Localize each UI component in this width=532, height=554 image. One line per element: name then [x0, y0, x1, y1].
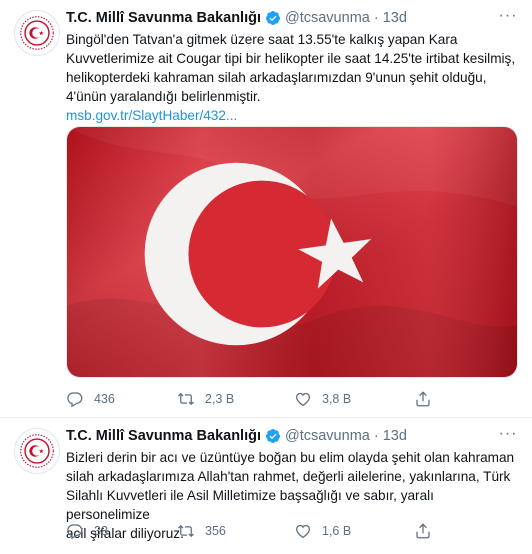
tweet-actions: 33 356 1,6 B — [66, 521, 518, 541]
tweet-actions: 436 2,3 B 3,8 B — [66, 389, 518, 409]
reply-count: 436 — [94, 392, 115, 406]
avatar[interactable] — [14, 10, 60, 56]
like-count: 1,6 B — [322, 524, 352, 538]
verified-badge-icon — [265, 428, 281, 444]
retweet-count: 356 — [205, 524, 226, 538]
reply-button[interactable]: 436 — [66, 390, 115, 408]
like-button[interactable]: 3,8 B — [294, 390, 351, 408]
tweet[interactable]: T.C. Millî Savunma Bakanlığı @tcsavunma … — [0, 418, 532, 554]
separator-dot: · — [373, 428, 379, 444]
author-handle[interactable]: @tcsavunma — [285, 9, 370, 27]
more-options-icon[interactable]: ··· — [498, 8, 518, 27]
reply-icon — [67, 524, 83, 540]
tweet-header: T.C. Millî Savunma Bakanlığı @tcsavunma … — [66, 426, 518, 445]
tweet-link[interactable]: msb.gov.tr/SlaytHaber/432... — [66, 106, 518, 125]
heart-icon — [295, 392, 311, 407]
share-button[interactable] — [414, 390, 442, 408]
share-icon — [416, 523, 430, 539]
retweet-button[interactable]: 2,3 B — [177, 390, 234, 408]
retweet-count: 2,3 B — [205, 392, 235, 406]
reply-button[interactable]: 33 — [66, 522, 108, 540]
verified-badge-icon — [265, 10, 281, 26]
tweet-image[interactable] — [66, 126, 518, 378]
reply-icon — [67, 392, 83, 408]
tweet[interactable]: T.C. Millî Savunma Bakanlığı @tcsavunma … — [0, 0, 532, 418]
heart-icon — [295, 524, 311, 539]
retweet-icon — [178, 524, 194, 538]
like-count: 3,8 B — [322, 392, 352, 406]
avatar[interactable] — [14, 428, 60, 474]
author-handle[interactable]: @tcsavunma — [285, 427, 370, 445]
share-button[interactable] — [414, 522, 442, 540]
timestamp[interactable]: 13d — [383, 427, 407, 445]
tweet-header: T.C. Millî Savunma Bakanlığı @tcsavunma … — [66, 8, 518, 27]
author-name[interactable]: T.C. Millî Savunma Bakanlığı — [66, 9, 261, 27]
more-options-icon[interactable]: ··· — [498, 426, 518, 445]
retweet-icon — [178, 392, 194, 406]
like-button[interactable]: 1,6 B — [294, 522, 351, 540]
share-icon — [416, 391, 430, 407]
author-name[interactable]: T.C. Millî Savunma Bakanlığı — [66, 427, 261, 445]
retweet-button[interactable]: 356 — [177, 522, 226, 540]
timestamp[interactable]: 13d — [383, 9, 407, 27]
reply-count: 33 — [94, 524, 108, 538]
tweet-text: Bingöl'den Tatvan'a gitmek üzere saat 13… — [66, 32, 516, 104]
separator-dot: · — [373, 10, 379, 26]
